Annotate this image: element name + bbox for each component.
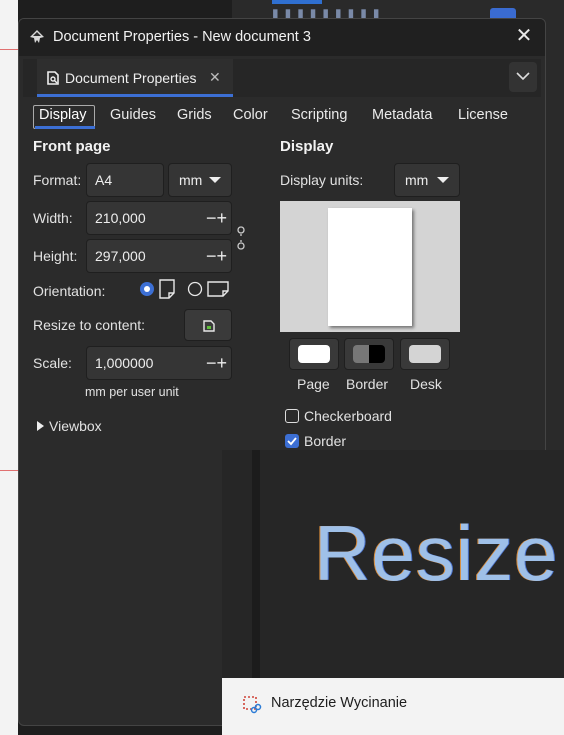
- tab-menu-button[interactable]: [509, 62, 537, 92]
- display-units-value: mm: [405, 172, 429, 188]
- format-unit-dropdown[interactable]: mm: [168, 163, 232, 197]
- scale-spinbox[interactable]: 1,000000 −+: [86, 346, 232, 380]
- resize-to-content-button[interactable]: [184, 309, 232, 341]
- close-window-button[interactable]: ✕: [513, 25, 535, 47]
- border-color-button[interactable]: [344, 338, 394, 370]
- height-spinbox[interactable]: 297,000 −+: [86, 239, 232, 273]
- tab-display[interactable]: Display: [39, 107, 87, 123]
- border-checkbox[interactable]: [285, 434, 299, 448]
- dropdown-arrow-icon: [437, 177, 449, 183]
- snipping-tool-label: Narzędzie Wycinanie: [271, 695, 408, 711]
- landscape-radio[interactable]: [187, 281, 203, 297]
- format-label: Format:: [33, 172, 82, 188]
- tab-license[interactable]: License: [458, 107, 508, 123]
- height-stepper[interactable]: −+: [206, 247, 227, 265]
- expander-arrow-icon[interactable]: [37, 421, 44, 431]
- checkmark-icon: [287, 437, 297, 446]
- close-tab-icon[interactable]: ✕: [209, 69, 221, 86]
- height-value: 297,000: [95, 248, 146, 264]
- display-units-label: Display units:: [280, 172, 364, 188]
- page-color-swatch: [298, 345, 330, 363]
- format-value: A4: [95, 172, 113, 188]
- tab-document-properties[interactable]: Document Properties ✕: [37, 59, 233, 97]
- lock-ratio-chain-icon[interactable]: [236, 225, 246, 251]
- dropdown-arrow-icon: [209, 177, 221, 183]
- border-color-label: Border: [346, 376, 389, 392]
- scale-unit-note: mm per user unit: [85, 385, 179, 399]
- desk-color-swatch: [409, 345, 441, 363]
- background-panel-edge: [544, 20, 564, 450]
- scale-stepper[interactable]: −+: [206, 354, 227, 372]
- width-value: 210,000: [95, 210, 146, 226]
- magnified-text: Resize: [314, 509, 559, 597]
- scale-value: 1,000000: [95, 355, 154, 371]
- inkscape-app-icon: [30, 30, 44, 43]
- chevron-down-icon: [516, 72, 530, 81]
- desk-color-button[interactable]: [400, 338, 450, 370]
- tab-scripting[interactable]: Scripting: [291, 107, 347, 123]
- width-label: Width:: [33, 210, 73, 226]
- background-canvas-edge: [0, 0, 18, 735]
- display-heading: Display: [280, 138, 334, 155]
- title-bar[interactable]: Document Properties - New document 3 ✕: [19, 19, 545, 56]
- scale-label: Scale:: [33, 355, 72, 371]
- height-label: Height:: [33, 248, 78, 264]
- guide-line: [0, 470, 18, 471]
- display-units-dropdown[interactable]: mm: [394, 163, 460, 197]
- active-tab-indicator: [35, 126, 95, 129]
- page-color-label: Page: [297, 376, 330, 392]
- border-label[interactable]: Border: [304, 433, 346, 449]
- page-preview: [280, 201, 460, 332]
- toolbar-accent: [272, 0, 322, 4]
- portrait-radio[interactable]: [139, 281, 155, 297]
- snipping-tool-bar[interactable]: Narzędzie Wycinanie: [222, 678, 564, 735]
- format-unit-value: mm: [179, 172, 203, 188]
- guide-line: [0, 49, 18, 50]
- portrait-page-icon: [159, 279, 175, 299]
- dialog-tab-bar: Document Properties ✕: [23, 59, 541, 97]
- tab-grids[interactable]: Grids: [177, 107, 212, 123]
- orientation-label: Orientation:: [33, 283, 106, 299]
- front-page-heading: Front page: [33, 138, 111, 155]
- landscape-page-icon: [207, 281, 229, 297]
- border-color-swatch: [353, 345, 385, 363]
- resize-to-content-label: Resize to content:: [33, 317, 146, 333]
- format-input[interactable]: A4: [86, 163, 164, 197]
- tab-guides[interactable]: Guides: [110, 107, 156, 123]
- checkerboard-label[interactable]: Checkerboard: [304, 408, 392, 424]
- page-color-button[interactable]: [289, 338, 339, 370]
- tab-label: Document Properties: [65, 70, 197, 86]
- tab-color[interactable]: Color: [233, 107, 268, 123]
- checkerboard-checkbox[interactable]: [285, 409, 299, 423]
- preview-page: [328, 208, 412, 326]
- desk-color-label: Desk: [410, 376, 442, 392]
- resize-page-icon: [203, 320, 215, 332]
- snipping-tool-icon: [243, 696, 262, 714]
- background-toolbar: ▮▮▮▮▮▮▮▮▮: [232, 0, 564, 22]
- document-properties-icon: [47, 71, 59, 85]
- magnifier-divider: [252, 450, 260, 678]
- width-stepper[interactable]: −+: [206, 209, 227, 227]
- viewbox-expander[interactable]: Viewbox: [49, 418, 102, 434]
- tab-metadata[interactable]: Metadata: [372, 107, 432, 123]
- window-title: Document Properties - New document 3: [53, 29, 311, 45]
- width-spinbox[interactable]: 210,000 −+: [86, 201, 232, 235]
